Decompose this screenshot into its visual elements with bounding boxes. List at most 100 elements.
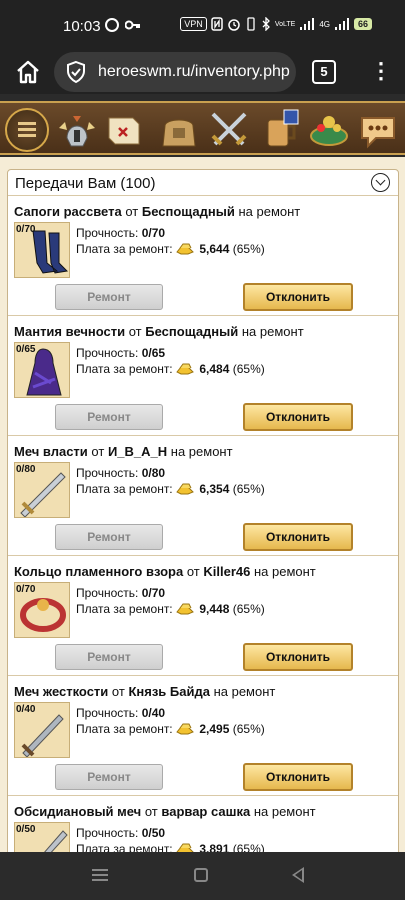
chat-bubble-icon[interactable] [356, 108, 400, 152]
repair-price: 3,891 [199, 842, 230, 852]
durability-line: Прочность: 0/50 [76, 826, 166, 840]
repair-payment-line: Плата за ремонт: 5,644 (65%) [76, 242, 265, 256]
item-title: Меч власти от И_В_А_Н на ремонт [14, 444, 233, 459]
repair-price: 6,484 [199, 362, 230, 376]
roulette-icon[interactable] [307, 108, 351, 152]
item-name[interactable]: Меч власти [14, 444, 88, 459]
key-icon [125, 20, 140, 30]
inventory-bag-icon[interactable] [157, 108, 201, 152]
gold-icon [176, 483, 194, 495]
gold-icon [176, 843, 194, 852]
home-nav-icon[interactable] [194, 868, 208, 882]
page-content: Передачи Вам (100) Сапоги рассвета от Бе… [0, 157, 405, 852]
durability-value: 0/50 [141, 826, 166, 840]
item-sender[interactable]: Killer46 [203, 564, 250, 579]
item-thumbnail[interactable]: 0/40 [14, 702, 70, 758]
item-thumbnail[interactable]: 0/70 [14, 222, 70, 278]
url-text[interactable]: heroeswm.ru/inventory.php [98, 63, 290, 81]
durability-value: 0/70 [141, 586, 166, 600]
durability-line: Прочность: 0/65 [76, 346, 166, 360]
battle-swords-icon[interactable] [207, 108, 251, 152]
network-type: 4G [319, 19, 330, 29]
item-thumbnail[interactable]: 0/50 [14, 822, 70, 852]
chat-icon [105, 18, 119, 32]
recents-icon[interactable] [92, 869, 108, 871]
item-name[interactable]: Меч жесткости [14, 684, 108, 699]
status-bar: 10:03 VPN VoLTE 4G 66 [0, 0, 405, 52]
item-sender[interactable]: Князь Байда [128, 684, 210, 699]
home-icon[interactable] [14, 58, 42, 86]
decline-button[interactable]: Отклонить [243, 643, 353, 671]
repair-percent: (65%) [232, 482, 265, 496]
decline-button[interactable]: Отклонить [243, 523, 353, 551]
durability-value: 0/65 [141, 346, 166, 360]
panel-title: Передачи Вам (100) [15, 175, 156, 192]
repair-percent: (65%) [232, 362, 265, 376]
repair-payment-line: Плата за ремонт: 2,495 (65%) [76, 722, 265, 736]
item-title: Обсидиановый меч от варвар сашка на ремо… [14, 804, 316, 819]
tavern-icon[interactable] [258, 108, 302, 152]
item-thumbnail[interactable]: 0/80 [14, 462, 70, 518]
nfc-icon [211, 17, 223, 31]
collapse-icon[interactable] [371, 173, 390, 192]
transfer-item: Кольцо пламенного взора от Killer46 на р… [8, 556, 398, 676]
tab-switcher-button[interactable]: 5 [312, 60, 336, 84]
thumb-durability: 0/70 [16, 584, 36, 595]
volte-icon: VoLTE [274, 20, 296, 28]
repair-button[interactable]: Ремонт [55, 404, 163, 430]
item-title: Сапоги рассвета от Беспощадный на ремонт [14, 204, 301, 219]
durability-line: Прочность: 0/70 [76, 586, 166, 600]
browser-menu-icon[interactable]: ⋮ [370, 58, 392, 86]
repair-payment-line: Плата за ремонт: 9,448 (65%) [76, 602, 265, 616]
repair-button[interactable]: Ремонт [55, 764, 163, 790]
character-helmet-icon[interactable] [55, 108, 99, 152]
status-time: 10:03 [63, 18, 101, 35]
item-name[interactable]: Обсидиановый меч [14, 804, 141, 819]
shield-check-icon[interactable] [64, 60, 88, 84]
item-sender[interactable]: И_В_А_Н [108, 444, 167, 459]
address-bar[interactable]: heroeswm.ru/inventory.php [54, 52, 296, 92]
durability-line: Прочность: 0/80 [76, 466, 166, 480]
transfer-item: Меч власти от И_В_А_Н на ремонт 0/80 Про… [8, 436, 398, 556]
repair-price: 6,354 [199, 482, 230, 496]
thumb-durability: 0/65 [16, 344, 36, 355]
durability-value: 0/40 [141, 706, 166, 720]
thumb-durability: 0/50 [16, 824, 36, 835]
repair-button[interactable]: Ремонт [55, 524, 163, 550]
back-icon[interactable] [292, 867, 304, 883]
bluetooth-icon [262, 17, 270, 31]
decline-button[interactable]: Отклонить [243, 403, 353, 431]
repair-payment-line: Плата за ремонт: 3,891 (65%) [76, 842, 265, 852]
repair-percent: (65%) [232, 242, 265, 256]
transfer-item: Мантия вечности от Беспощадный на ремонт… [8, 316, 398, 436]
repair-button[interactable]: Ремонт [55, 284, 163, 310]
item-thumbnail[interactable]: 0/70 [14, 582, 70, 638]
item-sender[interactable]: варвар сашка [161, 804, 250, 819]
alarm-icon [228, 19, 240, 31]
decline-button[interactable]: Отклонить [243, 763, 353, 791]
transfer-item: Обсидиановый меч от варвар сашка на ремо… [8, 796, 398, 852]
item-sender[interactable]: Беспощадный [142, 204, 235, 219]
decline-button[interactable]: Отклонить [243, 283, 353, 311]
item-name[interactable]: Мантия вечности [14, 324, 125, 339]
thumb-durability: 0/80 [16, 464, 36, 475]
repair-price: 5,644 [199, 242, 230, 256]
repair-button[interactable]: Ремонт [55, 644, 163, 670]
transfers-panel: Передачи Вам (100) Сапоги рассвета от Бе… [7, 169, 399, 852]
item-title: Меч жесткости от Князь Байда на ремонт [14, 684, 276, 699]
menu-icon[interactable] [5, 108, 49, 152]
item-name[interactable]: Кольцо пламенного взора [14, 564, 183, 579]
repair-percent: (65%) [232, 602, 265, 616]
gold-icon [176, 723, 194, 735]
panel-header[interactable]: Передачи Вам (100) [8, 170, 398, 196]
item-name[interactable]: Сапоги рассвета [14, 204, 122, 219]
item-thumbnail[interactable]: 0/65 [14, 342, 70, 398]
repair-payment-line: Плата за ремонт: 6,484 (65%) [76, 362, 265, 376]
repair-payment-line: Плата за ремонт: 6,354 (65%) [76, 482, 265, 496]
vpn-icon: VPN [180, 17, 207, 31]
item-sender[interactable]: Беспощадный [145, 324, 238, 339]
durability-line: Прочность: 0/70 [76, 226, 166, 240]
battery-icon: 66 [353, 18, 372, 30]
durability-line: Прочность: 0/40 [76, 706, 166, 720]
map-icon[interactable] [103, 108, 147, 152]
